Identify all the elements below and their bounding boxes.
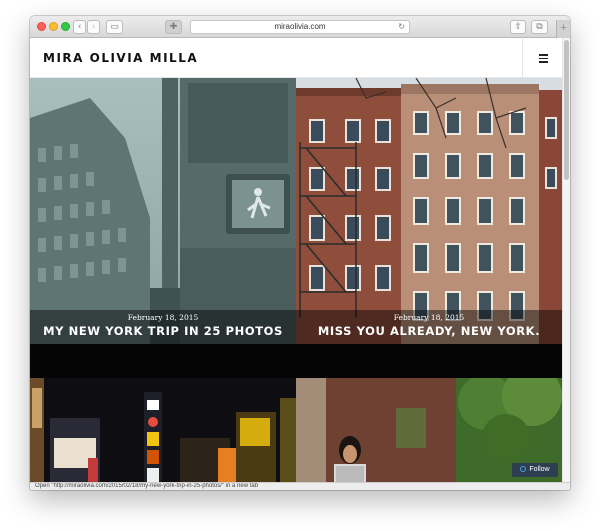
post-image-times-square bbox=[30, 378, 296, 482]
close-window-button[interactable] bbox=[37, 22, 46, 31]
menu-button[interactable] bbox=[522, 38, 562, 78]
reload-icon[interactable]: ↻ bbox=[398, 21, 405, 33]
post-date: February 18, 2015 bbox=[127, 313, 199, 322]
screen: ‹ › ▭ ✚ miraolivia.com ↻ ⇧ ⧉ + MIRA OLIV… bbox=[0, 0, 600, 531]
post-title[interactable]: MISS YOU ALREADY, NEW YORK. bbox=[296, 324, 562, 338]
site-title[interactable]: MIRA OLIVIA MILLA bbox=[43, 51, 198, 65]
back-icon[interactable]: ‹ bbox=[73, 20, 86, 34]
follow-label: Follow bbox=[529, 466, 550, 473]
scrollbar[interactable] bbox=[562, 38, 570, 482]
status-text: Open "http://miraolivia.com/2015/02/18/m… bbox=[35, 483, 259, 489]
follow-icon bbox=[520, 466, 527, 472]
post-card-miss-you-new-york[interactable]: February 18, 2015 MISS YOU ALREADY, NEW … bbox=[296, 78, 562, 344]
post-image-brick-buildings bbox=[296, 78, 562, 344]
address-bar[interactable]: miraolivia.com ↻ bbox=[190, 20, 410, 34]
hamburger-icon-line bbox=[539, 57, 548, 59]
new-tab-button[interactable]: + bbox=[556, 20, 570, 38]
share-icon[interactable]: ⇧ bbox=[510, 20, 526, 34]
minimize-window-button[interactable] bbox=[49, 22, 58, 31]
tabs-overview-icon[interactable]: ⧉ bbox=[531, 20, 548, 34]
section-divider bbox=[30, 344, 562, 378]
browser-toolbar: ‹ › ▭ ✚ miraolivia.com ↻ ⇧ ⧉ + bbox=[30, 16, 570, 38]
post-meta-overlay: February 18, 2015 MISS YOU ALREADY, NEW … bbox=[296, 310, 562, 344]
post-title[interactable]: MY NEW YORK TRIP IN 25 PHOTOS bbox=[30, 324, 296, 338]
status-bar: Open "http://miraolivia.com/2015/02/18/m… bbox=[30, 482, 570, 490]
post-image-street-signal bbox=[30, 78, 296, 344]
extension-puzzle-icon[interactable]: ✚ bbox=[165, 20, 182, 34]
post-meta-overlay: February 18, 2015 MY NEW YORK TRIP IN 25… bbox=[30, 310, 296, 344]
forward-icon[interactable]: › bbox=[87, 20, 100, 34]
address-text: miraolivia.com bbox=[274, 22, 326, 31]
post-card-times-square[interactable] bbox=[30, 378, 296, 482]
post-date: February 18, 2015 bbox=[393, 313, 465, 322]
follow-button[interactable]: Follow bbox=[512, 463, 558, 477]
browser-window: ‹ › ▭ ✚ miraolivia.com ↻ ⇧ ⧉ + MIRA OLIV… bbox=[30, 16, 570, 490]
hamburger-icon bbox=[539, 54, 548, 56]
site-header: MIRA OLIVIA MILLA bbox=[30, 38, 562, 78]
scrollbar-thumb[interactable] bbox=[564, 40, 569, 180]
zoom-window-button[interactable] bbox=[61, 22, 70, 31]
sidebar-toggle-icon[interactable]: ▭ bbox=[106, 20, 123, 34]
post-card-new-york-trip[interactable]: February 18, 2015 MY NEW YORK TRIP IN 25… bbox=[30, 78, 296, 344]
hamburger-icon-line bbox=[539, 61, 548, 63]
